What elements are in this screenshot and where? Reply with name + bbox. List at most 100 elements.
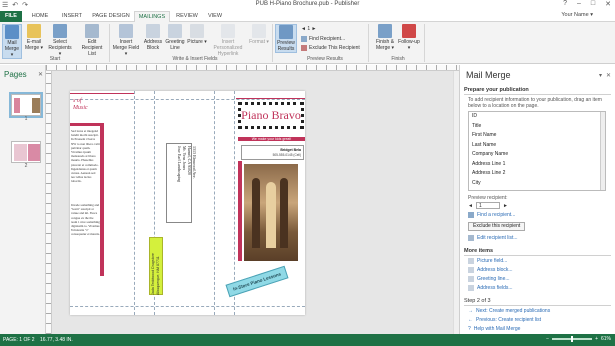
- address-block-link[interactable]: Address block...: [468, 267, 513, 273]
- edit-recipient-list-link[interactable]: Edit recipient list...: [468, 235, 518, 241]
- mail-merge-button[interactable]: Mail Merge ▾: [2, 24, 22, 59]
- zoom-level[interactable]: 61%: [601, 336, 611, 342]
- group-label-finish: Finish: [391, 56, 405, 62]
- follow-up-button[interactable]: Follow-up ▾: [398, 24, 420, 51]
- greeting-line-button[interactable]: Greeting Line: [165, 24, 185, 51]
- page-thumbnail-1[interactable]: 1: [9, 92, 43, 122]
- format-label: Format ▾: [249, 39, 269, 45]
- email-merge-icon: [27, 24, 41, 38]
- merge-field-icon: [119, 24, 133, 38]
- group-label-preview: Preview Results: [307, 56, 343, 62]
- page-thumbnail-2[interactable]: 2: [11, 141, 41, 169]
- zoom-slider-thumb[interactable]: [571, 336, 574, 342]
- email-merge-button[interactable]: E-mail Merge ▾: [23, 24, 45, 51]
- pane-close-icon[interactable]: ✕: [606, 72, 611, 79]
- next-step-link[interactable]: → Next: Create merged publications: [468, 308, 550, 314]
- field-item[interactable]: Last Name: [469, 141, 605, 151]
- publication-page[interactable]: s of Music Sed lacus et integend bandit …: [70, 91, 305, 315]
- section-prepare: Prepare your publication: [464, 87, 529, 93]
- brand-frame[interactable]: Piano Bravo: [238, 102, 304, 129]
- picture-field-link[interactable]: Picture field...: [468, 258, 507, 264]
- exclude-recipient-button[interactable]: Exclude This Recipient: [301, 45, 360, 51]
- zoom-slider[interactable]: [552, 336, 593, 342]
- window-title: PUB H-Piano Brochure.pub - Publisher: [255, 1, 360, 7]
- pane-options-icon[interactable]: ▾: [599, 72, 602, 79]
- format-button[interactable]: Format ▾: [249, 24, 269, 45]
- maximize-button[interactable]: □: [591, 0, 595, 8]
- previous-step-label: Previous: Create recipient list: [476, 317, 542, 323]
- edit-recipient-list-button[interactable]: Edit Recipient List: [78, 24, 106, 57]
- pages-close-icon[interactable]: ✕: [38, 71, 43, 78]
- previous-recipient-icon[interactable]: ◄: [468, 203, 473, 209]
- field-item[interactable]: Address Line 1: [469, 160, 605, 170]
- merge-field-list[interactable]: ID Title First Name Last Name Company Na…: [468, 111, 606, 191]
- page-indicator[interactable]: PAGE: 1 OF 2: [3, 337, 35, 343]
- left-body-text-2[interactable]: Invade something and "learn" suscipit at…: [71, 203, 100, 273]
- greeting-line-link[interactable]: Greeting line...: [468, 276, 510, 282]
- tab-mailings[interactable]: MAILINGS: [134, 11, 170, 22]
- tab-page-design[interactable]: PAGE DESIGN: [89, 11, 133, 22]
- follow-up-label: Follow-up ▾: [398, 39, 420, 51]
- preview-recipient-input[interactable]: 1: [475, 202, 500, 209]
- prepare-description: To add recipient information to your pub…: [468, 97, 602, 109]
- red-rule: [236, 98, 305, 99]
- insert-personalized-hyperlink-button[interactable]: Insert Personalized Hyperlink: [209, 24, 247, 57]
- photo-arch: [266, 182, 276, 248]
- mail-merge-label: Mail Merge ▾: [4, 40, 20, 58]
- tagline-bar[interactable]: We make your kids great!: [238, 137, 305, 141]
- field-item[interactable]: First Name: [469, 131, 605, 141]
- zoom-control[interactable]: − + 61%: [546, 336, 611, 342]
- find-recipient-link[interactable]: Find a recipient...: [468, 212, 515, 218]
- tab-view[interactable]: VIEW: [203, 11, 227, 22]
- minimize-button[interactable]: –: [577, 0, 581, 8]
- column-guide: [214, 91, 215, 315]
- tab-review[interactable]: REVIEW: [172, 11, 202, 22]
- recipients-icon: [53, 24, 67, 38]
- select-recipients-label: Select Recipients ▾: [48, 39, 72, 57]
- zoom-out-icon[interactable]: −: [546, 336, 549, 342]
- address-block-button[interactable]: Address Block: [143, 24, 163, 51]
- field-item[interactable]: ID: [469, 112, 605, 122]
- address-block-label: Address block...: [477, 267, 513, 273]
- mail-merge-pane: Mail Merge ▾ ✕ Prepare your publication …: [459, 65, 615, 334]
- group-separator: [272, 24, 273, 62]
- page-number-2: 2: [24, 163, 28, 169]
- preview-results-button[interactable]: Preview Results: [275, 24, 297, 53]
- field-item[interactable]: Title: [469, 122, 605, 132]
- tab-home[interactable]: HOME: [27, 11, 53, 22]
- red-rule: [70, 123, 104, 126]
- exclude-recipient-button[interactable]: Exclude this recipient: [468, 222, 526, 231]
- help-button[interactable]: ?: [563, 0, 567, 8]
- address-text: 1313 Elmwood Ave. Hamel, CA 95020: [183, 146, 197, 220]
- recipient-nav[interactable]: ◄ 1 ►: [301, 26, 316, 32]
- finish-merge-button[interactable]: Finish & Merge ▾: [372, 24, 398, 51]
- preview-results-label: Preview Results: [277, 40, 295, 52]
- pane-controls: ▾ ✕: [599, 72, 611, 79]
- field-item[interactable]: Company Name: [469, 150, 605, 160]
- tab-file[interactable]: FILE: [0, 11, 22, 22]
- list-scrollbar[interactable]: [600, 112, 605, 190]
- field-item[interactable]: Address Line 2: [469, 169, 605, 179]
- cover-photo[interactable]: [244, 164, 298, 261]
- select-recipients-button[interactable]: Select Recipients ▾: [47, 24, 73, 57]
- address-fields-link[interactable]: Address fields...: [468, 285, 513, 291]
- close-button[interactable]: ✕: [605, 0, 611, 8]
- insert-merge-field-button[interactable]: Insert Merge Field ▾: [112, 24, 140, 57]
- contact-box[interactable]: Bridget Bela 505-555-0145 (Cell): [241, 145, 304, 160]
- field-item[interactable]: City: [469, 179, 605, 189]
- find-recipient-button[interactable]: Find Recipient...: [301, 36, 345, 42]
- picture-button[interactable]: Picture ▾: [187, 24, 207, 45]
- picture-icon: [190, 24, 204, 38]
- left-body-text[interactable]: Sed lacus et integend bandit morbi susci…: [71, 129, 100, 199]
- sender-box[interactable]: Jada Teddwood Drugstore Albuquerque, NM …: [149, 237, 163, 295]
- address-block[interactable]: Mr. Yens Jones Jose Earl Landscaping 131…: [166, 143, 197, 223]
- help-link[interactable]: ? Help with Mail Merge: [468, 326, 520, 332]
- address-block-icon: [468, 267, 474, 273]
- user-account[interactable]: Your Name ▾: [561, 12, 593, 18]
- ribbon: Mail Merge ▾ E-mail Merge ▾ Select Recip…: [0, 22, 615, 64]
- help-label: Help with Mail Merge: [473, 326, 521, 332]
- next-recipient-icon[interactable]: ►: [503, 203, 508, 209]
- tab-insert[interactable]: INSERT: [57, 11, 87, 22]
- zoom-in-icon[interactable]: +: [595, 336, 598, 342]
- previous-step-link[interactable]: ← Previous: Create recipient list: [468, 317, 541, 323]
